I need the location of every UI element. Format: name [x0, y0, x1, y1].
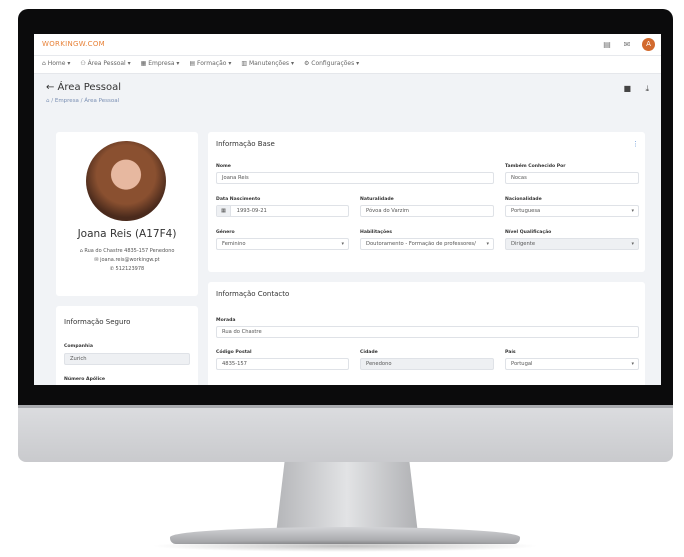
chevron-down-icon: ▾: [341, 241, 344, 247]
contact-info-title: Informação Contacto: [216, 290, 290, 298]
chevron-down-icon: ▾: [631, 241, 634, 247]
nationality-select[interactable]: Portuguesa ▾: [505, 205, 639, 217]
gender-value: Feminino: [222, 241, 246, 247]
contact-info-card: Informação Contacto Morada Rua do Chastr…: [208, 282, 645, 385]
insurance-title: Informação Seguro: [64, 318, 131, 326]
monitor-chin-edge: [18, 405, 673, 408]
policy-label: Número Apólice: [64, 377, 106, 382]
gender-label: Género: [216, 230, 235, 235]
gender-select[interactable]: Feminino ▾: [216, 238, 349, 250]
postal-code-input[interactable]: 4835-157: [216, 358, 349, 370]
alias-input[interactable]: Nocas: [505, 172, 639, 184]
profile-phone: ✆ 512123978: [109, 266, 145, 272]
chevron-down-icon: ▾: [631, 208, 634, 214]
monitor-stand-neck: [276, 462, 418, 534]
chevron-down-icon: ▾: [631, 361, 634, 367]
monitor-chin: [18, 405, 673, 462]
company-label: Companhia: [64, 344, 93, 349]
country-label: País: [505, 350, 516, 355]
education-value: Doutoramento - Formação de professores/: [366, 241, 476, 247]
education-label: Habilitações: [360, 230, 392, 235]
profile-card: Joana Reis (A17F4) ⌂ Rua do Chastre 4835…: [56, 132, 198, 296]
qualification-value: Dirigente: [511, 241, 536, 247]
qualification-label: Nível Qualificação: [505, 230, 552, 235]
city-label: Cidade: [360, 350, 378, 355]
more-options-icon[interactable]: ⋮: [632, 140, 639, 148]
name-label: Nome: [216, 164, 231, 169]
postal-code-label: Código Postal: [216, 350, 252, 355]
profile-photo: [86, 141, 166, 221]
calendar-icon: ▦: [217, 206, 231, 216]
name-input[interactable]: Joana Reis: [216, 172, 494, 184]
monitor-shadow: [150, 540, 540, 552]
street-label: Morada: [216, 318, 236, 323]
education-select[interactable]: Doutoramento - Formação de professores/ …: [360, 238, 494, 250]
profile-email[interactable]: ✉ joana.reis@workingw.pt: [56, 257, 198, 263]
profile-name: Joana Reis (A17F4): [77, 228, 177, 240]
street-input[interactable]: Rua do Chastre: [216, 326, 639, 338]
hometown-input[interactable]: Póvoa do Varzim: [360, 205, 494, 217]
birth-date-value: 1993-09-21: [236, 208, 267, 214]
birth-date-input[interactable]: ▦ 1993-09-21: [216, 205, 349, 217]
alias-label: Também Conhecido Por: [505, 164, 566, 169]
chevron-down-icon: ▾: [484, 239, 489, 249]
company-field[interactable]: Zurich: [64, 353, 190, 365]
nationality-value: Portuguesa: [511, 208, 541, 214]
profile-address: ⌂ Rua do Chastre 4835-157 Penedono: [79, 248, 175, 254]
nationality-label: Nacionalidade: [505, 197, 542, 202]
qualification-select[interactable]: Dirigente ▾: [505, 238, 639, 250]
country-value: Portugal: [511, 361, 533, 367]
insurance-card: Informação Seguro Companhia Zurich Númer…: [56, 306, 198, 385]
country-select[interactable]: Portugal ▾: [505, 358, 639, 370]
base-info-title: Informação Base: [216, 140, 275, 148]
birth-date-label: Data Nascimento: [216, 197, 261, 202]
content-area: Joana Reis (A17F4) ⌂ Rua do Chastre 4835…: [34, 34, 661, 385]
hometown-label: Naturalidade: [360, 197, 394, 202]
base-info-card: Informação Base ⋮ Nome Joana Reis Também…: [208, 132, 645, 272]
city-input[interactable]: Penedono: [360, 358, 494, 370]
